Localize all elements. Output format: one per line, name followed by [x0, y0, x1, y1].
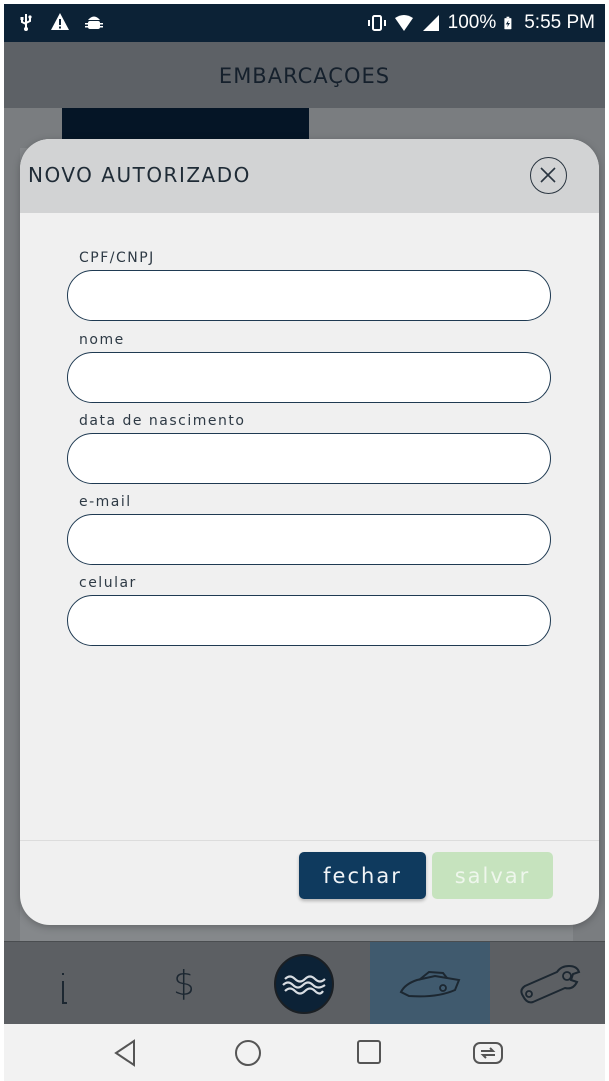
- nav-item-maintenance[interactable]: [490, 942, 605, 1025]
- save-button[interactable]: salvar: [432, 852, 553, 899]
- info-icon: [62, 972, 67, 1004]
- name-label: nome: [79, 332, 125, 348]
- cpf-cnpj-label: CPF/CNPJ: [79, 250, 155, 266]
- app-screen: 100% 5:55 PM EMBARCAÇOES $ NOVO AUTORIZA…: [4, 4, 605, 1081]
- close-dialog-button[interactable]: [530, 157, 567, 194]
- recents-icon[interactable]: [356, 1039, 382, 1065]
- page-title: EMBARCAÇOES: [218, 64, 391, 88]
- footer-divider: [20, 840, 599, 841]
- boat-icon: [399, 970, 461, 997]
- back-icon[interactable]: [112, 1039, 138, 1067]
- close-icon: [540, 167, 556, 183]
- dollar-icon: $: [173, 963, 195, 1004]
- name-field[interactable]: [67, 352, 551, 403]
- status-left-icons: [16, 12, 104, 32]
- cpf-cnpj-field[interactable]: [67, 270, 551, 321]
- birth-date-field[interactable]: [67, 433, 551, 484]
- system-nav-bar: [4, 1024, 605, 1081]
- email-label: e-mail: [79, 494, 132, 510]
- nav-item-marine[interactable]: [244, 942, 364, 1025]
- phone-field[interactable]: [67, 595, 551, 646]
- wrench-icon: [520, 964, 581, 1003]
- battery-charging-icon: [504, 16, 512, 30]
- nav-item-info[interactable]: [4, 942, 124, 1025]
- switch-apps-icon[interactable]: [472, 1041, 504, 1065]
- birth-date-label: data de nascimento: [79, 413, 246, 429]
- dialog-header: NOVO AUTORIZADO: [20, 139, 599, 213]
- vibrate-icon: [367, 15, 386, 31]
- new-authorized-dialog: NOVO AUTORIZADO CPF/CNPJ nome data de na…: [20, 139, 599, 925]
- status-time: 5:55 PM: [524, 12, 595, 33]
- nav-item-finance[interactable]: $: [124, 942, 244, 1025]
- email-field[interactable]: [67, 514, 551, 565]
- battery-percent: 100%: [447, 12, 497, 33]
- nav-item-vessels[interactable]: [370, 942, 490, 1025]
- android-debug-icon: [85, 16, 103, 29]
- waves-icon: [274, 953, 334, 1014]
- phone-label: celular: [79, 575, 137, 591]
- status-right: 100% 5:55 PM: [367, 12, 595, 34]
- warning-icon: [51, 13, 69, 30]
- home-icon[interactable]: [234, 1039, 262, 1067]
- wifi-icon: [394, 15, 413, 31]
- app-header: EMBARCAÇOES: [4, 42, 605, 108]
- bottom-nav: $: [4, 941, 605, 1025]
- status-bar: 100% 5:55 PM: [4, 4, 605, 42]
- usb-icon: [20, 14, 32, 31]
- close-button[interactable]: fechar: [299, 852, 426, 899]
- signal-icon: [422, 15, 439, 31]
- dialog-title: NOVO AUTORIZADO: [28, 163, 251, 187]
